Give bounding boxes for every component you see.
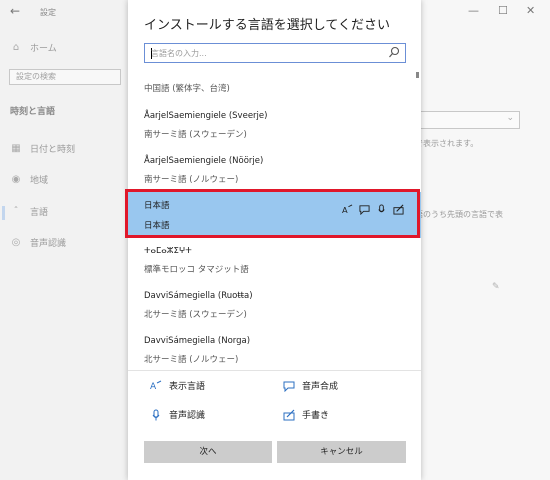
settings-content-pane	[415, 0, 550, 480]
microphone-icon	[152, 409, 160, 420]
nav-item-label: 音声認識	[30, 239, 67, 249]
divider	[128, 370, 421, 371]
nav-item-language[interactable]: ˆ 言語	[10, 205, 49, 218]
legend-label: 表示言語	[169, 382, 206, 392]
selection-highlight-box	[125, 189, 420, 238]
legend-label: 音声認識	[169, 411, 206, 421]
language-icon: ˆ	[13, 206, 19, 217]
language-native-name: DavviSámegiella (Norga)	[144, 336, 251, 346]
legend-display-language: A 表示言語	[150, 379, 205, 392]
list-item[interactable]: DavviSámegiella (Norga) 北サーミ語 (ノルウェー)	[128, 330, 421, 370]
back-arrow-icon[interactable]: ←	[10, 4, 20, 18]
handwriting-icon: ✎	[492, 282, 500, 292]
legend-speech-synthesis: 音声合成	[283, 379, 338, 392]
language-local-name: 南サーミ語 (ノルウェー)	[144, 175, 239, 185]
nav-selection-indicator	[2, 206, 5, 220]
calendar-icon: ▦	[11, 143, 21, 154]
language-native-name: ÅarjelSaemiengiele (Sveerje)	[144, 111, 268, 121]
speech-bubble-icon	[283, 381, 295, 392]
globe-icon: ◉	[11, 174, 21, 185]
nav-item-speech[interactable]: ◎ 音声認識	[10, 236, 66, 249]
language-native-name: ⵜⴰⵎⴰⵣⵉⵖⵜ	[144, 246, 192, 256]
chevron-down-icon: ⌄	[506, 113, 514, 123]
cancel-button[interactable]: キャンセル	[277, 441, 406, 463]
next-button[interactable]: 次へ	[144, 441, 272, 463]
language-local-name: 標準モロッコ タマジット語	[144, 265, 249, 275]
close-icon[interactable]: ✕	[526, 4, 535, 17]
nav-item-label: 言語	[30, 208, 49, 218]
background-text: で表示されます。	[415, 139, 479, 148]
background-text: 語のうち先頭の言語で表	[415, 210, 503, 219]
settings-search-placeholder: 設定の検索	[16, 72, 56, 81]
legend-label: 手書き	[302, 411, 330, 421]
search-icon[interactable]	[388, 46, 400, 60]
nav-item-label: 地域	[30, 176, 49, 186]
legend-speech-recognition: 音声認識	[150, 408, 205, 421]
nav-item-region[interactable]: ◉ 地域	[10, 173, 48, 186]
language-search-box[interactable]	[144, 43, 406, 63]
app-title: 設定	[40, 8, 56, 17]
nav-home-label: ホーム	[30, 44, 57, 54]
language-native-name: DavviSámegiella (Ruoŧŧa)	[144, 291, 253, 301]
minimize-icon[interactable]: —	[468, 4, 479, 17]
list-item[interactable]: DavviSámegiella (Ruoŧŧa) 北サーミ語 (スウェーデン)	[128, 285, 421, 335]
language-native-name: ÅarjelSaemiengiele (Nöörje)	[144, 156, 264, 166]
svg-text:A: A	[150, 382, 157, 392]
language-picker-dialog: インストールする言語を選択してください 中国語 (繁体字、台湾) ÅarjelS…	[128, 0, 421, 480]
dialog-title: インストールする言語を選択してください	[144, 18, 390, 33]
legend-handwriting: 手書き	[283, 408, 329, 421]
nav-item-label: 日付と時刻	[30, 145, 76, 155]
display-language-icon: A	[150, 380, 162, 392]
nav-item-date-time[interactable]: ▦ 日付と時刻	[10, 142, 75, 155]
background-dropdown[interactable]: ⌄	[415, 111, 520, 129]
handwriting-icon	[283, 409, 295, 420]
legend-label: 音声合成	[302, 382, 339, 392]
language-local-name: 北サーミ語 (スウェーデン)	[144, 310, 247, 320]
home-icon: ⌂	[12, 42, 20, 53]
microphone-icon: ◎	[11, 237, 21, 248]
settings-search-input[interactable]: 設定の検索	[9, 69, 121, 85]
language-local-name: 南サーミ語 (スウェーデン)	[144, 130, 247, 140]
nav-group-label: 時刻と言語	[10, 107, 56, 117]
maximize-icon[interactable]: ☐	[498, 4, 508, 17]
nav-home[interactable]: ⌂ ホーム	[10, 41, 57, 54]
language-local-name: 北サーミ語 (ノルウェー)	[144, 355, 239, 365]
language-search-input[interactable]	[151, 46, 381, 60]
list-item[interactable]: ⵜⴰⵎⴰⵣⵉⵖⵜ 標準モロッコ タマジット語	[128, 240, 421, 290]
language-local-name: 中国語 (繁体字、台湾)	[144, 84, 230, 94]
list-item[interactable]: ÅarjelSaemiengiele (Sveerje) 南サーミ語 (スウェー…	[128, 105, 421, 155]
